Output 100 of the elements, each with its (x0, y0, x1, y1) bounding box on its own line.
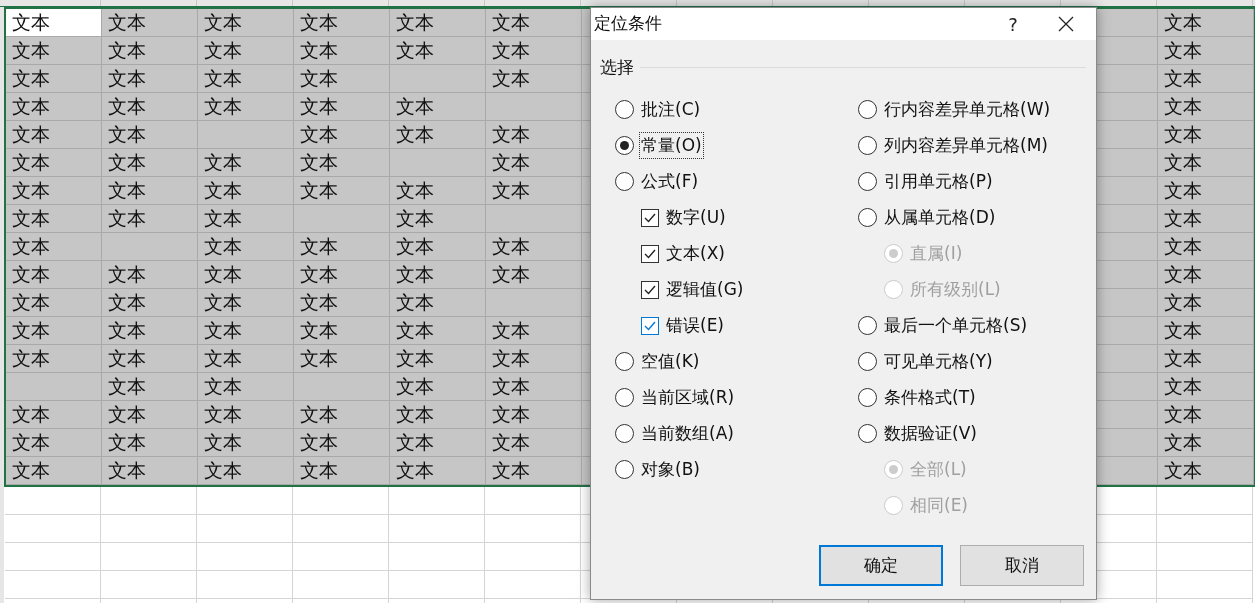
table-cell: 文本 (390, 205, 486, 233)
radio-button[interactable] (615, 100, 634, 119)
table-cell: 文本 (390, 317, 486, 345)
table-cell: 文本 (390, 401, 486, 429)
check-icon (644, 320, 656, 331)
table-cell: 文本 (294, 429, 390, 457)
check-icon (644, 248, 656, 259)
table-cell: 文本 (6, 65, 102, 93)
table-cell: 文本 (198, 429, 294, 457)
table-cell: 文本 (198, 177, 294, 205)
radio-button[interactable] (615, 172, 634, 191)
table-cell: 文本 (390, 289, 486, 317)
table-cell: 文本 (1158, 9, 1254, 37)
radio-button[interactable] (858, 100, 877, 119)
table-cell: 文本 (1158, 177, 1254, 205)
table-cell: 文本 (1158, 317, 1254, 345)
option-label: 全部(L) (909, 457, 968, 481)
option-label: 对象(B) (640, 457, 701, 481)
option-label: 条件格式(T) (883, 385, 977, 409)
dialog-button[interactable]: 取消 (960, 545, 1084, 586)
option-label: 列内容差异单元格(M) (883, 133, 1049, 157)
table-cell: 文本 (1158, 205, 1254, 233)
table-cell: 文本 (1158, 373, 1254, 401)
table-cell: 文本 (6, 37, 102, 65)
radio-button[interactable] (858, 388, 877, 407)
table-cell: 文本 (294, 261, 390, 289)
table-cell: 文本 (198, 373, 294, 401)
table-cell: 文本 (486, 37, 582, 65)
radio-button[interactable] (858, 352, 877, 371)
option-label: 当前数组(A) (640, 421, 735, 445)
table-cell: 文本 (390, 457, 486, 485)
table-cell: 文本 (6, 401, 102, 429)
table-cell: 文本 (1158, 93, 1254, 121)
check-icon (644, 284, 656, 295)
radio-button[interactable] (615, 388, 634, 407)
table-cell: 文本 (102, 429, 198, 457)
table-cell: 文本 (198, 9, 294, 37)
table-cell: 文本 (486, 261, 582, 289)
table-cell: 文本 (486, 121, 582, 149)
table-cell: 文本 (198, 149, 294, 177)
table-cell: 文本 (198, 233, 294, 261)
table-cell: 文本 (486, 317, 582, 345)
table-cell: 文本 (102, 373, 198, 401)
radio-button[interactable] (615, 136, 634, 155)
table-cell: 文本 (390, 121, 486, 149)
table-cell: 文本 (294, 457, 390, 485)
table-cell: 文本 (1158, 401, 1254, 429)
radio-button[interactable] (615, 460, 634, 479)
table-cell: 文本 (486, 401, 582, 429)
table-cell: 文本 (6, 429, 102, 457)
table-cell: 文本 (198, 345, 294, 373)
option-label: 可见单元格(Y) (883, 349, 994, 373)
table-cell: 文本 (1158, 457, 1254, 485)
table-cell: 文本 (1158, 65, 1254, 93)
table-cell: 文本 (294, 121, 390, 149)
table-cell: 文本 (198, 457, 294, 485)
option-label: 直属(I) (909, 241, 964, 265)
checkbox[interactable] (641, 208, 659, 227)
table-cell: 文本 (198, 261, 294, 289)
option-label: 文本(X) (666, 241, 725, 265)
help-button[interactable]: ? (990, 8, 1036, 40)
option-label: 常量(O) (640, 132, 703, 159)
table-cell: 文本 (390, 261, 486, 289)
radio-button[interactable] (858, 136, 877, 155)
table-cell: 文本 (1158, 37, 1254, 65)
table-cell: 文本 (390, 429, 486, 457)
table-cell: 文本 (102, 205, 198, 233)
table-cell: 文本 (198, 317, 294, 345)
table-cell: 文本 (294, 177, 390, 205)
table-cell: 文本 (198, 401, 294, 429)
table-cell: 文本 (6, 9, 102, 37)
option-label: 数字(U) (666, 205, 726, 229)
table-cell: 文本 (102, 289, 198, 317)
table-cell: 文本 (102, 93, 198, 121)
table-cell: 文本 (294, 289, 390, 317)
checkbox[interactable] (641, 280, 659, 299)
table-cell: 文本 (6, 317, 102, 345)
table-cell: 文本 (102, 457, 198, 485)
table-cell: 文本 (294, 401, 390, 429)
radio-button[interactable] (615, 424, 634, 443)
option-label: 相同(E) (909, 493, 969, 517)
table-cell: 文本 (390, 93, 486, 121)
window-title: 定位条件 (594, 12, 663, 36)
table-cell: 文本 (486, 65, 582, 93)
table-cell: 文本 (1158, 289, 1254, 317)
table-cell: 文本 (486, 345, 582, 373)
checkbox[interactable] (641, 316, 659, 335)
dialog-button[interactable]: 确定 (819, 545, 943, 586)
radio-button[interactable] (615, 352, 634, 371)
checkbox[interactable] (641, 244, 659, 263)
table-cell: 文本 (198, 37, 294, 65)
radio-button[interactable] (858, 208, 877, 227)
radio-button[interactable] (858, 316, 877, 335)
table-cell: 文本 (102, 65, 198, 93)
radio-button[interactable] (858, 172, 877, 191)
table-cell: 文本 (390, 373, 486, 401)
radio-button[interactable] (858, 424, 877, 443)
table-cell: 文本 (294, 317, 390, 345)
table-cell: 文本 (390, 233, 486, 261)
table-cell: 文本 (390, 345, 486, 373)
